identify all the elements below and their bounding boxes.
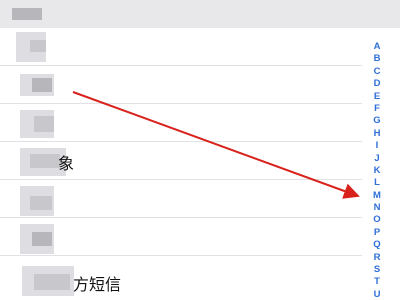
redacted-header-label: [12, 8, 42, 20]
index-letter[interactable]: T: [370, 276, 384, 288]
contacts-screen: 象 方短信 ABCDEFGHIJKLMNOPQRSTUV: [0, 0, 400, 300]
contact-name: 象: [58, 156, 75, 173]
index-letter[interactable]: P: [370, 227, 384, 239]
contact-row[interactable]: 象: [0, 142, 362, 180]
redacted-avatar-detail: [32, 78, 52, 92]
redacted-avatar-detail: [30, 196, 52, 210]
redacted-avatar-detail: [34, 116, 54, 132]
index-letter[interactable]: M: [370, 190, 384, 202]
contact-row[interactable]: [0, 66, 362, 104]
contact-row[interactable]: [0, 218, 362, 256]
index-letter[interactable]: R: [370, 252, 384, 264]
redacted-avatar-detail: [32, 232, 52, 246]
index-letter[interactable]: G: [370, 115, 384, 127]
index-letter[interactable]: E: [370, 91, 384, 103]
index-letter[interactable]: Q: [370, 239, 384, 251]
index-letter[interactable]: K: [370, 165, 384, 177]
contact-row[interactable]: [0, 180, 362, 218]
contact-row[interactable]: [0, 28, 362, 66]
index-letter[interactable]: A: [370, 41, 384, 53]
index-letter[interactable]: D: [370, 78, 384, 90]
index-letter[interactable]: B: [370, 53, 384, 65]
index-letter[interactable]: H: [370, 128, 384, 140]
index-letter[interactable]: F: [370, 103, 384, 115]
index-letter[interactable]: S: [370, 264, 384, 276]
redacted-avatar-detail: [30, 40, 46, 52]
index-letter[interactable]: O: [370, 214, 384, 226]
index-letter[interactable]: U: [370, 289, 384, 300]
alphabet-index-bar[interactable]: ABCDEFGHIJKLMNOPQRSTUV: [370, 41, 384, 300]
index-letter[interactable]: C: [370, 66, 384, 78]
contact-row[interactable]: [0, 104, 362, 142]
index-letter[interactable]: J: [370, 153, 384, 165]
contact-row[interactable]: 方短信: [0, 256, 362, 300]
index-letter[interactable]: N: [370, 202, 384, 214]
index-letter[interactable]: I: [370, 140, 384, 152]
contact-name: 方短信: [73, 277, 122, 294]
section-header: [0, 0, 400, 28]
redacted-name-prefix-detail: [30, 154, 60, 168]
redacted-name-prefix-detail: [34, 274, 70, 290]
index-letter[interactable]: L: [370, 177, 384, 189]
